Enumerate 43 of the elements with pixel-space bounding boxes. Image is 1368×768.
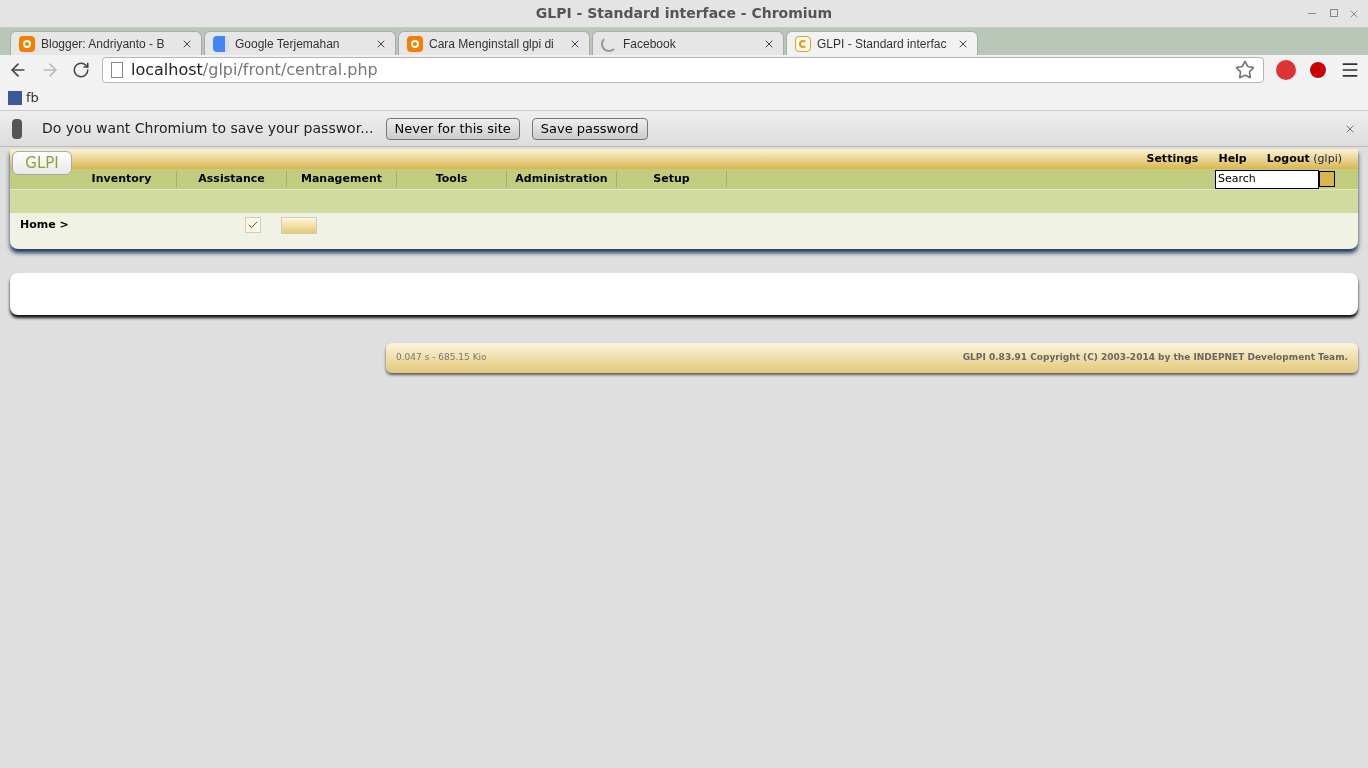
infobar-button[interactable]: Save password — [531, 117, 648, 140]
address-bar[interactable]: localhost/glpi/front/central.php — [102, 57, 1264, 83]
bookmark-link[interactable]: fb — [26, 87, 39, 108]
menu-icon[interactable] — [1340, 60, 1360, 80]
tab-title: GLPI - Standard interfac — [817, 35, 948, 53]
browser-tab[interactable]: Cara Menginstall glpi di — [398, 31, 590, 55]
footer-timing: 0.047 s - 685.15 Kio — [396, 351, 487, 365]
browser-tab[interactable]: Facebook — [592, 31, 784, 55]
browser-tab[interactable]: Google Terjemahan — [204, 31, 396, 55]
header-link[interactable]: Logout (glpi) — [1266, 150, 1342, 168]
menu-item[interactable]: Assistance — [177, 170, 287, 188]
breadcrumb[interactable]: Home > — [20, 217, 245, 234]
facebook-icon — [8, 90, 22, 105]
header-link[interactable]: Help — [1218, 150, 1247, 168]
search-placeholder: Search — [1218, 170, 1256, 187]
menu-item[interactable]: Administration — [507, 170, 617, 188]
reload-icon[interactable] — [72, 61, 90, 79]
checkmark-icon[interactable] — [245, 217, 261, 233]
maximize-icon[interactable] — [1330, 9, 1338, 17]
infobar-message: Do you want Chromium to save your passwor... — [42, 119, 374, 138]
menu-item[interactable]: Management — [287, 170, 397, 188]
glpi-favicon-icon — [795, 35, 811, 52]
infobar-button[interactable]: Never for this site — [385, 117, 520, 140]
menu-item[interactable]: Inventory — [67, 170, 177, 188]
tab-title: Google Terjemahan — [235, 35, 341, 53]
blogger-icon — [407, 35, 423, 52]
menu-item[interactable]: Tools — [397, 170, 507, 188]
menu-item[interactable]: Setup — [617, 170, 727, 188]
search-field[interactable]: Search — [1215, 169, 1319, 189]
browser-tab[interactable]: Blogger: Andriyanto - B — [10, 31, 202, 55]
tab-title: Blogger: Andriyanto - B — [41, 35, 166, 53]
star-icon[interactable] — [1235, 60, 1255, 80]
footer-copyright: GLPI 0.83.91 Copyright (C) 2003-2014 by the INDEPNET Development Team. — [962, 351, 1348, 365]
browser-tab[interactable]: GLPI - Standard interfac — [786, 31, 978, 55]
tab-title: Facebook — [623, 35, 677, 53]
window-title: GLPI - Standard interface - Chromium — [535, 4, 833, 23]
page-icon — [111, 62, 123, 78]
translate-icon — [213, 35, 229, 52]
tab-title: Cara Menginstall glpi di — [429, 35, 555, 53]
blogger-icon — [19, 35, 35, 52]
header-link[interactable]: Settings — [1146, 150, 1199, 168]
url-text: localhost/glpi/front/central.php — [131, 59, 378, 81]
search-button[interactable] — [1319, 171, 1335, 187]
